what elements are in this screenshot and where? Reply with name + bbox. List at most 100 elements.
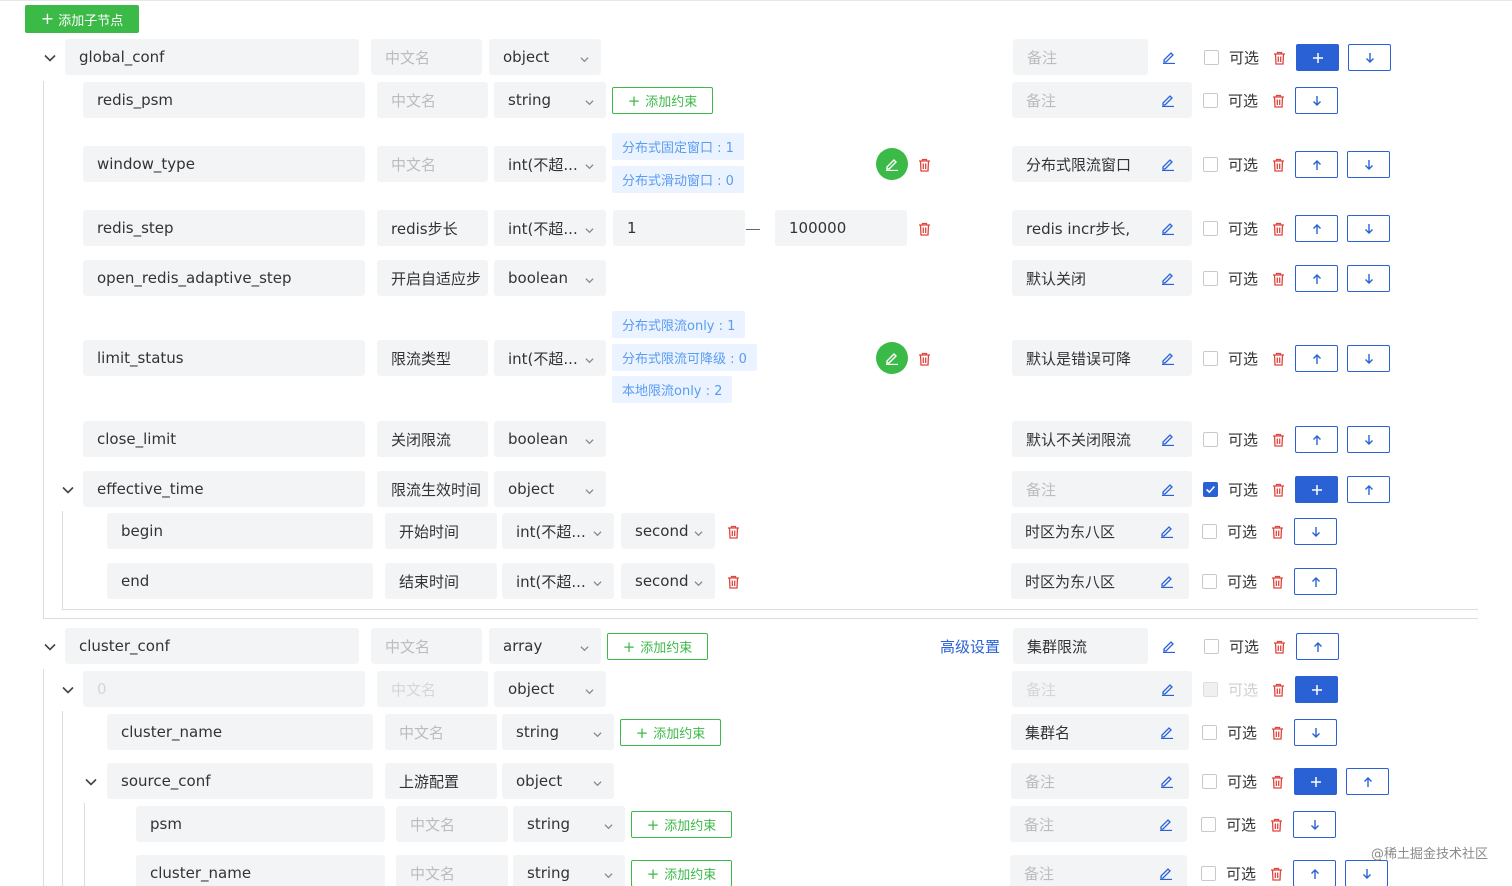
optional-checkbox[interactable] xyxy=(1203,157,1218,172)
field-type-select[interactable]: object xyxy=(494,471,606,507)
trash-icon[interactable] xyxy=(727,524,740,539)
move-down-button[interactable] xyxy=(1347,426,1390,453)
field-type-select[interactable]: int(不超... xyxy=(502,563,614,599)
field-remark-input[interactable]: 集群限流 xyxy=(1013,628,1148,664)
field-name-input[interactable]: global_conf xyxy=(65,39,359,75)
move-up-button[interactable] xyxy=(1296,633,1339,660)
caret-down-icon[interactable] xyxy=(61,482,75,496)
unit-select[interactable]: second xyxy=(621,563,715,599)
trash-icon[interactable] xyxy=(1272,157,1285,172)
edit-icon[interactable] xyxy=(1161,350,1175,366)
field-type-select[interactable]: string xyxy=(502,714,614,750)
optional-checkbox[interactable] xyxy=(1202,574,1217,589)
move-up-button[interactable] xyxy=(1295,265,1338,292)
edit-icon[interactable] xyxy=(1160,573,1174,589)
trash-icon[interactable] xyxy=(1272,351,1285,366)
trash-icon[interactable] xyxy=(1271,524,1284,539)
move-down-button[interactable] xyxy=(1347,215,1390,242)
move-down-button[interactable] xyxy=(1347,151,1390,178)
move-down-button[interactable] xyxy=(1345,860,1388,886)
edit-icon[interactable] xyxy=(1161,481,1175,497)
move-up-button[interactable] xyxy=(1295,426,1338,453)
trash-icon[interactable] xyxy=(1272,682,1285,697)
field-name-input[interactable]: redis_step xyxy=(83,210,365,246)
field-name-input[interactable]: cluster_conf xyxy=(65,628,359,664)
edit-enum-button[interactable] xyxy=(876,342,908,374)
move-up-button[interactable] xyxy=(1295,215,1338,242)
field-name-input[interactable]: open_redis_adaptive_step xyxy=(83,260,365,296)
optional-checkbox[interactable] xyxy=(1202,774,1217,789)
trash-icon[interactable] xyxy=(1273,50,1286,65)
move-down-button[interactable] xyxy=(1348,44,1391,71)
add-child-node-button[interactable]: + 添加子节点 xyxy=(25,5,139,33)
add-constraint-button[interactable]: + 添加约束 xyxy=(607,633,708,660)
move-down-button[interactable] xyxy=(1294,518,1337,545)
field-name-input[interactable]: redis_psm xyxy=(83,82,365,118)
field-type-select[interactable]: string xyxy=(494,82,606,118)
edit-icon[interactable] xyxy=(1161,431,1175,447)
edit-icon[interactable] xyxy=(1159,816,1173,832)
edit-enum-button[interactable] xyxy=(876,148,908,180)
field-name-input[interactable]: psm xyxy=(136,806,385,842)
field-type-select[interactable]: object xyxy=(502,763,614,799)
move-down-button[interactable] xyxy=(1347,345,1390,372)
optional-checkbox[interactable] xyxy=(1203,351,1218,366)
optional-checkbox[interactable] xyxy=(1203,93,1218,108)
trash-icon[interactable] xyxy=(918,221,931,236)
field-type-select[interactable]: boolean xyxy=(494,260,606,296)
caret-down-icon[interactable] xyxy=(61,682,75,696)
optional-checkbox[interactable] xyxy=(1203,432,1218,447)
advanced-settings-link[interactable]: 高级设置 xyxy=(940,636,1000,657)
field-cn-name-input[interactable]: 中文名 xyxy=(371,628,482,664)
field-cn-name-input[interactable]: 限流类型 xyxy=(377,340,488,376)
trash-icon[interactable] xyxy=(1272,221,1285,236)
edit-icon[interactable] xyxy=(1160,523,1174,539)
field-type-select[interactable]: array xyxy=(489,628,601,664)
trash-icon[interactable] xyxy=(918,157,931,172)
field-type-select[interactable]: int(不超... xyxy=(494,146,606,182)
range-max-input[interactable]: 100000 xyxy=(775,210,907,246)
edit-icon[interactable] xyxy=(1161,92,1175,108)
field-cn-name-input[interactable]: 开启自适应步 xyxy=(377,260,488,296)
optional-checkbox[interactable] xyxy=(1203,682,1218,697)
optional-checkbox[interactable] xyxy=(1201,817,1216,832)
optional-checkbox[interactable] xyxy=(1203,271,1218,286)
edit-icon[interactable] xyxy=(1162,49,1176,65)
trash-icon[interactable] xyxy=(918,351,931,366)
edit-icon[interactable] xyxy=(1161,220,1175,236)
field-cn-name-input[interactable]: redis步长 xyxy=(377,210,488,246)
trash-icon[interactable] xyxy=(1272,93,1285,108)
field-name-input[interactable]: source_conf xyxy=(107,763,373,799)
field-name-input[interactable]: end xyxy=(107,563,373,599)
field-name-input[interactable]: limit_status xyxy=(83,340,365,376)
caret-down-icon[interactable] xyxy=(43,50,57,64)
field-type-select[interactable]: boolean xyxy=(494,421,606,457)
field-cn-name-input[interactable]: 中文名 xyxy=(377,671,488,707)
optional-checkbox[interactable] xyxy=(1202,725,1217,740)
field-cn-name-input[interactable]: 限流生效时间 xyxy=(377,471,488,507)
field-name-input[interactable]: window_type xyxy=(83,146,365,182)
caret-down-icon[interactable] xyxy=(43,639,57,653)
field-cn-name-input[interactable]: 关闭限流 xyxy=(377,421,488,457)
field-name-input[interactable]: cluster_name xyxy=(107,714,373,750)
field-cn-name-input[interactable]: 上游配置 xyxy=(385,763,497,799)
edit-icon[interactable] xyxy=(1161,270,1175,286)
range-min-input[interactable]: 1 xyxy=(613,210,745,246)
trash-icon[interactable] xyxy=(1272,432,1285,447)
add-constraint-button[interactable]: + 添加约束 xyxy=(612,87,713,114)
field-type-select[interactable]: object xyxy=(489,39,601,75)
trash-icon[interactable] xyxy=(727,574,740,589)
unit-select[interactable]: second xyxy=(621,513,715,549)
field-cn-name-input[interactable]: 中文名 xyxy=(377,146,488,182)
trash-icon[interactable] xyxy=(1271,725,1284,740)
field-cn-name-input[interactable]: 中文名 xyxy=(377,82,488,118)
field-cn-name-input[interactable]: 中文名 xyxy=(396,806,508,842)
move-down-button[interactable] xyxy=(1294,719,1337,746)
add-constraint-button[interactable]: + 添加约束 xyxy=(631,811,732,838)
field-type-select[interactable]: int(不超... xyxy=(494,210,606,246)
field-type-select[interactable]: int(不超... xyxy=(502,513,614,549)
add-child-button[interactable] xyxy=(1295,476,1338,503)
field-name-input[interactable]: cluster_name xyxy=(136,855,385,886)
trash-icon[interactable] xyxy=(1270,817,1283,832)
move-down-button[interactable] xyxy=(1295,87,1338,114)
